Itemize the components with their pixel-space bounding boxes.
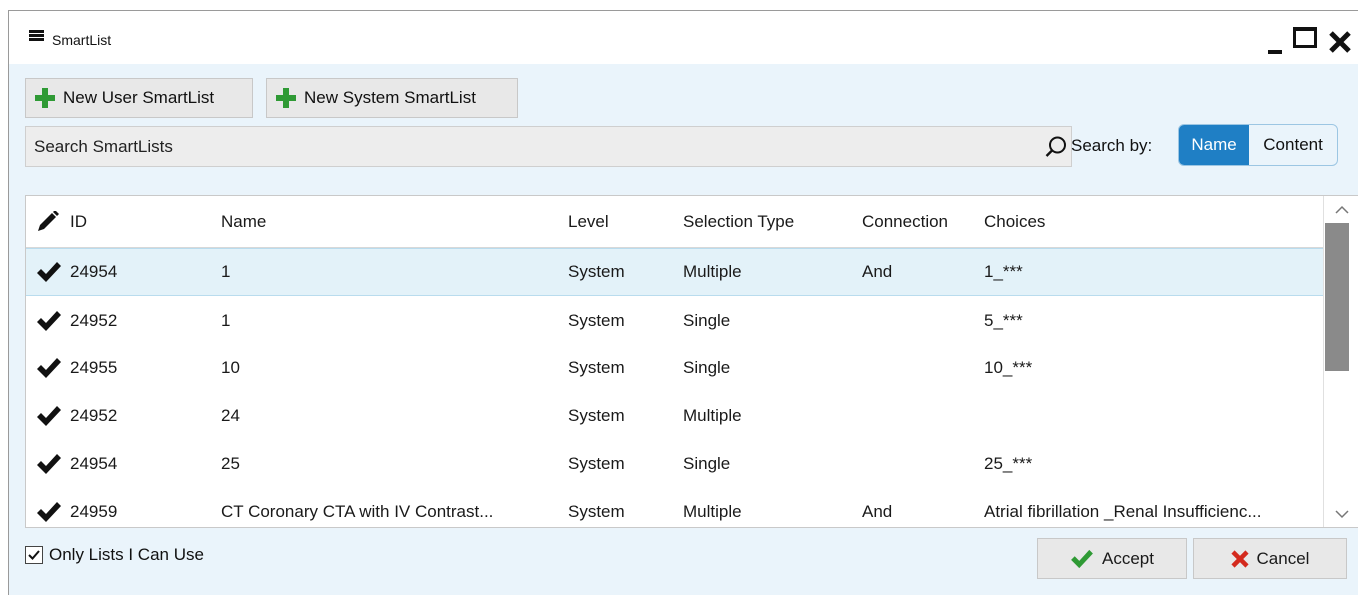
checkmark-icon — [37, 502, 61, 522]
cell-level: System — [568, 262, 625, 281]
search-field — [25, 126, 1072, 167]
cell-connection: And — [862, 262, 893, 281]
window-title: SmartList — [52, 32, 112, 48]
cell-level: System — [568, 502, 625, 521]
checkmark-icon — [28, 550, 40, 560]
search-icon[interactable] — [1044, 135, 1068, 159]
pencil-icon — [38, 210, 59, 231]
accept-label: Accept — [1102, 548, 1154, 568]
chevron-down-icon — [1334, 509, 1349, 518]
accept-button[interactable]: Accept — [1037, 538, 1187, 579]
cell-id: 24952 — [70, 311, 118, 330]
checkmark-icon — [1071, 549, 1093, 568]
table-row[interactable]: 24959 CT Coronary CTA with IV Contrast..… — [26, 488, 1323, 527]
cell-selection-type: Multiple — [683, 406, 742, 425]
smartlist-table: ID Name Level Selection Type Connection … — [25, 195, 1358, 528]
checkbox-box[interactable] — [25, 546, 43, 564]
plus-icon — [35, 88, 55, 108]
cell-choices: 10_*** — [984, 358, 1033, 377]
checkmark-icon — [37, 262, 61, 282]
search-input[interactable] — [26, 127, 1006, 166]
title-bar: SmartList — [9, 11, 1358, 64]
checkmark-icon — [37, 358, 61, 378]
cell-name: 1 — [221, 311, 231, 330]
cell-name: 1 — [221, 262, 231, 281]
column-header-selection-type[interactable]: Selection Type — [683, 212, 794, 232]
cell-level: System — [568, 406, 625, 425]
new-system-smartlist-button[interactable]: New System SmartList — [266, 78, 518, 118]
cell-selection-type: Single — [683, 454, 731, 473]
table-row[interactable]: 24952 1 System Single 5_*** — [26, 297, 1323, 345]
cell-connection: And — [862, 502, 893, 521]
table-row[interactable]: 24955 10 System Single 10_*** — [26, 344, 1323, 392]
new-system-smartlist-label: New System SmartList — [304, 88, 476, 107]
cell-selection-type: Multiple — [683, 502, 742, 521]
only-lists-label: Only Lists I Can Use — [49, 545, 204, 564]
cell-level: System — [568, 358, 625, 377]
checkmark-icon — [37, 406, 61, 426]
minimize-button[interactable] — [1265, 25, 1295, 55]
cancel-button[interactable]: Cancel — [1193, 538, 1347, 579]
cell-id: 24955 — [70, 358, 118, 377]
cancel-label: Cancel — [1256, 548, 1310, 568]
new-user-smartlist-label: New User SmartList — [63, 88, 215, 107]
cell-level: System — [568, 311, 625, 330]
column-header-level[interactable]: Level — [568, 212, 609, 232]
scroll-up-button[interactable] — [1324, 196, 1358, 222]
table-header-row: ID Name Level Selection Type Connection … — [26, 196, 1323, 248]
cell-choices: 5_*** — [984, 311, 1023, 330]
checkmark-icon — [37, 454, 61, 474]
close-icon — [1329, 31, 1351, 53]
cell-selection-type: Single — [683, 311, 731, 330]
hamburger-menu-icon[interactable] — [29, 30, 44, 41]
column-header-id[interactable]: ID — [70, 212, 87, 232]
cell-selection-type: Multiple — [683, 262, 742, 281]
scrollbar-thumb[interactable] — [1325, 223, 1349, 371]
cell-name: CT Coronary CTA with IV Contrast... — [221, 502, 494, 521]
new-user-smartlist-button[interactable]: New User SmartList — [25, 78, 253, 118]
chevron-up-icon — [1334, 205, 1349, 214]
search-by-name-option[interactable]: Name — [1179, 125, 1250, 165]
table-row[interactable]: 24952 24 System Multiple — [26, 392, 1323, 440]
search-by-content-option[interactable]: Content — [1249, 125, 1337, 165]
smartlist-window: SmartList New User SmartList New System … — [8, 10, 1358, 595]
vertical-scrollbar[interactable] — [1323, 196, 1358, 527]
search-by-toggle: Name Content — [1178, 124, 1338, 166]
table-row[interactable]: 24954 25 System Single 25_*** — [26, 440, 1323, 488]
cell-name: 24 — [221, 406, 240, 425]
cell-level: System — [568, 454, 625, 473]
cell-name: 10 — [221, 358, 240, 377]
cell-id: 24954 — [70, 262, 118, 281]
cell-choices: Atrial fibrillation _Renal Insufficienc.… — [984, 502, 1262, 521]
column-header-name[interactable]: Name — [221, 212, 266, 232]
cell-selection-type: Single — [683, 358, 731, 377]
column-header-choices[interactable]: Choices — [984, 212, 1045, 232]
scroll-down-button[interactable] — [1324, 501, 1358, 527]
checkmark-icon — [37, 311, 61, 331]
cell-choices: 25_*** — [984, 454, 1033, 473]
column-header-connection[interactable]: Connection — [862, 212, 948, 232]
cell-id: 24959 — [70, 502, 118, 521]
search-by-label: Search by: — [1071, 136, 1153, 155]
table-row[interactable]: 24954 1 System Multiple And 1_*** — [26, 248, 1323, 296]
cell-choices: 1_*** — [984, 262, 1023, 281]
cell-id: 24954 — [70, 454, 118, 473]
x-icon — [1230, 549, 1249, 568]
plus-icon — [276, 88, 296, 108]
close-button[interactable] — [1325, 25, 1355, 55]
only-lists-i-can-use-checkbox[interactable]: Only Lists I Can Use — [25, 545, 204, 565]
cell-id: 24952 — [70, 406, 118, 425]
maximize-button[interactable] — [1293, 25, 1323, 55]
cell-name: 25 — [221, 454, 240, 473]
